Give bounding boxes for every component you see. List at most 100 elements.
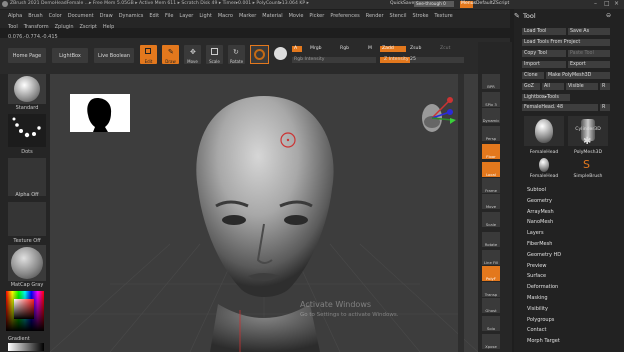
clone-button[interactable]: Clone: [522, 72, 544, 79]
goz-button[interactable]: GoZ: [522, 83, 540, 90]
menu-movie[interactable]: Movie: [289, 13, 304, 19]
rt-frame-button[interactable]: Frame: [482, 178, 500, 193]
rotate-mode-button[interactable]: ↻ Rotate: [228, 45, 245, 64]
save-as-button[interactable]: Save As: [568, 28, 610, 35]
rt-polyf-button[interactable]: PolyF: [482, 266, 500, 281]
see-through-slider[interactable]: See-through 0: [414, 1, 454, 7]
quicksave-button[interactable]: QuickSave: [390, 1, 414, 6]
rt-local-button[interactable]: Local: [482, 162, 500, 177]
r-button-2[interactable]: R: [600, 104, 610, 111]
menu-texture[interactable]: Texture: [434, 13, 452, 19]
tool-palette-title[interactable]: Tool: [523, 12, 536, 20]
rt-dynamic-button[interactable]: Dynamic: [482, 108, 500, 123]
subpalette-deformation[interactable]: Deformation: [527, 284, 558, 290]
color-picker[interactable]: [6, 291, 44, 331]
rt-move-button[interactable]: Move: [482, 194, 500, 209]
tool-thumb-polymesh[interactable]: ✱: [568, 136, 608, 150]
gradient-swatch[interactable]: [8, 343, 44, 351]
rt-spix-3-button[interactable]: SPix 3: [482, 92, 500, 107]
subpalette-subtool[interactable]: Subtool: [527, 187, 546, 193]
lightbox-button[interactable]: LightBox: [52, 48, 88, 63]
home-page-button[interactable]: Home Page: [8, 48, 46, 63]
zcut-button[interactable]: Zcut: [438, 46, 462, 52]
matcap-button[interactable]: [8, 245, 46, 281]
r-button[interactable]: R: [600, 83, 610, 90]
menu-alpha[interactable]: Alpha: [8, 13, 22, 19]
rt-bpr-button[interactable]: BPR: [482, 74, 500, 89]
tool-thumb-femalehead-2[interactable]: [524, 158, 564, 174]
menu-draw[interactable]: Draw: [100, 13, 113, 19]
menu-brush[interactable]: Brush: [28, 13, 42, 19]
close-icon[interactable]: ×: [614, 0, 619, 7]
paste-tool-button[interactable]: Paste Tool: [568, 50, 610, 57]
subpalette-geometry-hd[interactable]: Geometry HD: [527, 252, 561, 258]
rgb-intensity-slider[interactable]: Rgb Intensity: [292, 57, 376, 63]
menu-tool[interactable]: Tool: [8, 24, 18, 30]
menu-picker[interactable]: Picker: [309, 13, 324, 19]
menu-render[interactable]: Render: [366, 13, 384, 19]
menu-document[interactable]: Document: [68, 13, 94, 19]
menu-file[interactable]: File: [165, 13, 173, 19]
rt-line-fill-button[interactable]: Line Fill: [482, 250, 500, 265]
subpalette-morph-target[interactable]: Morph Target: [527, 338, 560, 344]
m-button[interactable]: M: [366, 46, 378, 52]
rt-rotate-button[interactable]: Rotate: [482, 232, 500, 247]
lightbox-tools-button[interactable]: Lightbox▸Tools: [522, 94, 570, 101]
menu-layer[interactable]: Layer: [179, 13, 193, 19]
material-sphere-button[interactable]: [250, 45, 269, 64]
edit-mode-button[interactable]: Edit: [140, 45, 157, 64]
menu-stroke[interactable]: Stroke: [412, 13, 428, 19]
mrgb-button[interactable]: Mrgb: [308, 46, 336, 52]
menu-light[interactable]: Light: [199, 13, 211, 19]
rt-scale-button[interactable]: Scale: [482, 212, 500, 227]
reference-image[interactable]: [70, 94, 130, 132]
viewport-canvas[interactable]: Activate Windows Go to Settings to activ…: [50, 74, 478, 352]
standard-brush-button[interactable]: [8, 74, 46, 104]
minimize-icon[interactable]: –: [594, 0, 597, 7]
menu-macro[interactable]: Macro: [218, 13, 233, 19]
tool-thumb-femalehead-1[interactable]: [524, 116, 564, 146]
femalehead-slider[interactable]: FemaleHead. 48: [522, 104, 598, 111]
z-intensity-slider[interactable]: Z Intensity 25: [380, 57, 464, 63]
zadd-button[interactable]: Zadd: [380, 46, 406, 52]
menu-dynamics[interactable]: Dynamics: [119, 13, 144, 19]
rt-xpose-button[interactable]: Xpose: [482, 334, 500, 349]
move-mode-button[interactable]: ✥ Move: [184, 45, 201, 64]
copy-tool-button[interactable]: Copy Tool: [522, 50, 566, 57]
menu-zscript[interactable]: Zscript: [79, 24, 96, 30]
default-script-button[interactable]: DefaultZScript: [476, 1, 509, 6]
menu-stencil[interactable]: Stencil: [390, 13, 407, 19]
menu-transform[interactable]: Transform: [24, 24, 49, 30]
menu-preferences[interactable]: Preferences: [330, 13, 359, 19]
import-button[interactable]: Import: [522, 61, 566, 68]
orientation-gizmo[interactable]: [416, 96, 456, 140]
tool-thumb-simplebrush[interactable]: S: [568, 158, 608, 174]
rt-floor-button[interactable]: Floor: [482, 144, 500, 159]
menu-color[interactable]: Color: [49, 13, 62, 19]
rt-persp-button[interactable]: Persp: [482, 126, 500, 141]
subpalette-polygroups[interactable]: Polygroups: [527, 317, 554, 323]
export-button[interactable]: Export: [568, 61, 610, 68]
load-tools-from-project-button[interactable]: Load Tools From Project: [522, 39, 610, 46]
live-boolean-button[interactable]: Live Boolean: [94, 48, 134, 63]
subpalette-surface[interactable]: Surface: [527, 273, 546, 279]
menu-zplugin[interactable]: Zplugin: [55, 24, 74, 30]
subpalette-arraymesh[interactable]: ArrayMesh: [527, 209, 554, 215]
zsub-button[interactable]: Zsub: [408, 46, 434, 52]
menu-material[interactable]: Material: [262, 13, 282, 19]
rt-transp-button[interactable]: Transp: [482, 282, 500, 297]
subpalette-contact[interactable]: Contact: [527, 327, 546, 333]
menu-help[interactable]: Help: [103, 24, 114, 30]
subpalette-layers[interactable]: Layers: [527, 230, 544, 236]
maximize-icon[interactable]: □: [604, 0, 610, 7]
all-button[interactable]: All: [542, 83, 564, 90]
subpalette-preview[interactable]: Preview: [527, 263, 546, 269]
scale-mode-button[interactable]: Scale: [206, 45, 223, 64]
a-toggle[interactable]: A: [292, 46, 302, 52]
color-swatch-icon[interactable]: [274, 47, 287, 60]
dots-stroke-button[interactable]: [8, 114, 46, 147]
color-picker-square[interactable]: [14, 299, 34, 319]
alpha-button[interactable]: [8, 158, 46, 196]
subpalette-masking[interactable]: Masking: [527, 295, 548, 301]
make-polymesh3d-button[interactable]: Make PolyMesh3D: [546, 72, 610, 79]
